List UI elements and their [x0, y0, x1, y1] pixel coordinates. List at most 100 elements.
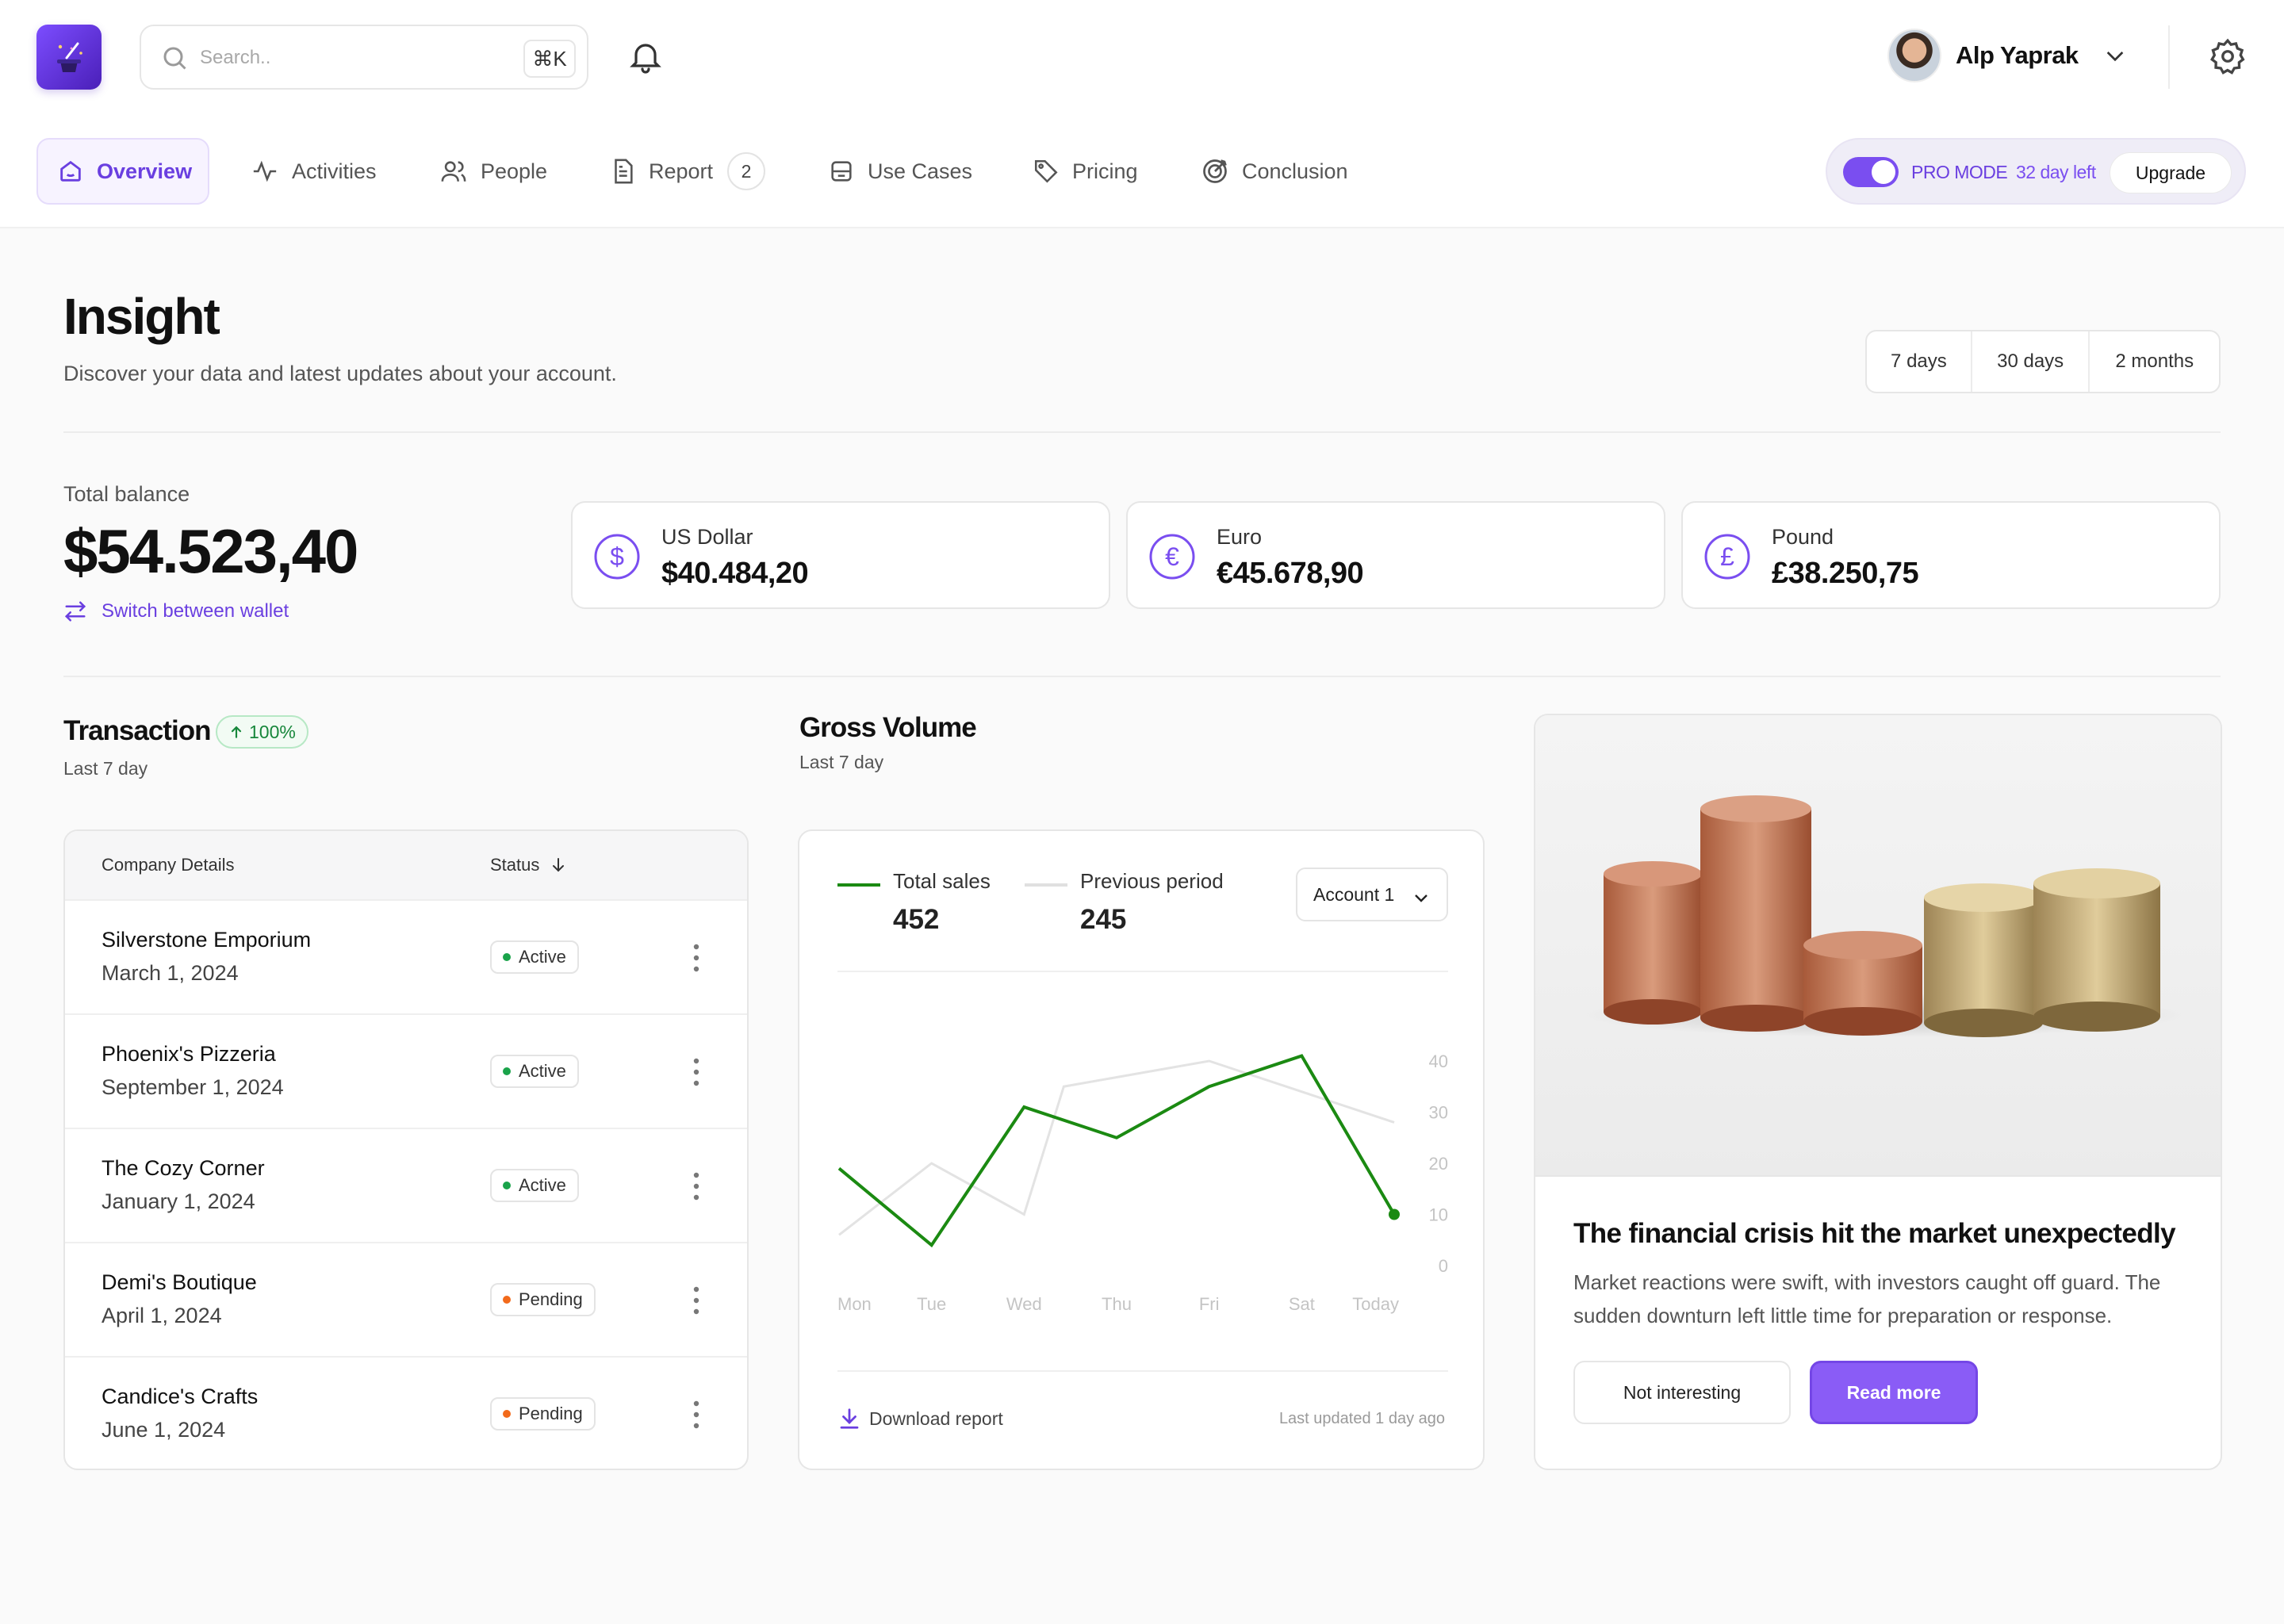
tab-label: Overview — [97, 159, 193, 183]
gross-volume-subtitle: Last 7 day — [799, 752, 884, 772]
x-tick-label: Tue — [917, 1294, 946, 1314]
company-name: Candice's Crafts — [102, 1385, 259, 1408]
coins-illustration — [1583, 795, 2186, 1037]
transaction-subtitle: Last 7 day — [63, 758, 148, 779]
pound-icon: £ — [1704, 534, 1750, 580]
bell-icon[interactable] — [627, 36, 665, 76]
divider — [63, 431, 2221, 433]
growth-value: 100% — [249, 721, 296, 742]
tab-report[interactable]: Report 2 — [609, 138, 766, 205]
y-tick-label: 0 — [1439, 1256, 1448, 1276]
news-card: The financial crisis hit the market unex… — [1534, 714, 2222, 1470]
transaction-table: Company Details Status Silverstone Empor… — [63, 829, 749, 1470]
company-name: Silverstone Emporium — [102, 928, 312, 952]
gross-volume-title: Gross Volume — [799, 712, 977, 743]
download-report-button[interactable]: Download report — [837, 1407, 1003, 1431]
gross-volume-card: Total sales 452 Previous period 245 Acco… — [798, 829, 1485, 1470]
tab-label: Report — [649, 159, 714, 183]
table-row[interactable]: Silverstone Emporium March 1, 2024 Active — [65, 901, 747, 1015]
tab-use-cases[interactable]: Use Cases — [828, 138, 972, 205]
currency-name: Euro — [1217, 525, 1263, 549]
tag-icon — [1034, 159, 1058, 183]
database-icon — [831, 161, 852, 182]
report-count-badge: 2 — [727, 152, 766, 190]
table-row[interactable]: The Cozy Corner January 1, 2024 Active — [65, 1129, 747, 1243]
currency-card-eur[interactable]: € Euro €45.678,90 — [1126, 501, 1665, 609]
status-badge: Active — [490, 1169, 579, 1202]
status-badge: Active — [490, 1055, 579, 1088]
article-title: The financial crisis hit the market unex… — [1573, 1218, 2176, 1249]
download-icon — [840, 1408, 859, 1429]
more-options-icon[interactable] — [692, 942, 701, 974]
more-options-icon[interactable] — [692, 1285, 701, 1316]
tab-label: Use Cases — [868, 159, 973, 183]
transaction-title: Transaction — [63, 715, 211, 746]
tab-conclusion[interactable]: Conclusion — [1201, 138, 1348, 205]
search-icon — [163, 47, 186, 70]
more-options-icon[interactable] — [692, 1170, 701, 1202]
article-body: Market reactions were swift, with invest… — [1573, 1270, 2161, 1327]
company-date: April 1, 2024 — [102, 1304, 222, 1327]
x-tick-label: Today — [1352, 1294, 1399, 1314]
pro-mode-panel: PRO MODE 32 day left Upgrade — [1826, 138, 2246, 205]
status-label: Active — [519, 1061, 566, 1081]
divider — [63, 676, 2221, 677]
y-tick-label: 30 — [1429, 1103, 1448, 1123]
gear-icon[interactable] — [2208, 36, 2248, 76]
magic-hat-icon — [57, 42, 82, 72]
dollar-icon: $ — [594, 534, 640, 580]
search-input[interactable]: Search.. — [200, 47, 270, 69]
currency-symbol: $ — [610, 542, 624, 571]
tab-pricing[interactable]: Pricing — [1033, 138, 1138, 205]
swap-icon — [64, 601, 86, 622]
table-row[interactable]: Demi's Boutique April 1, 2024 Pending — [65, 1243, 747, 1358]
column-header-company[interactable]: Company Details — [102, 855, 235, 875]
pro-mode-toggle[interactable] — [1843, 157, 1899, 187]
date-range-selector: 7 days 30 days 2 months — [1865, 330, 2221, 393]
status-badge: Active — [490, 940, 579, 974]
euro-icon: € — [1149, 534, 1195, 580]
status-label: Pending — [519, 1404, 583, 1423]
currency-card-gbp[interactable]: £ Pound £38.250,75 — [1681, 501, 2221, 609]
x-tick-label: Wed — [1006, 1294, 1042, 1314]
user-name: Alp Yaprak — [1956, 41, 2079, 69]
status-label: Active — [519, 947, 566, 967]
currency-card-usd[interactable]: $ US Dollar $40.484,20 — [571, 501, 1110, 609]
range-30-days[interactable]: 30 days — [1972, 331, 2090, 392]
company-date: June 1, 2024 — [102, 1418, 226, 1442]
tab-activities[interactable]: Activities — [251, 138, 377, 205]
currency-value: £38.250,75 — [1772, 557, 1919, 590]
company-name: Demi's Boutique — [102, 1270, 257, 1294]
column-header-status[interactable]: Status — [490, 855, 568, 875]
tab-label: Conclusion — [1242, 159, 1348, 183]
tab-people[interactable]: People — [439, 138, 547, 205]
read-more-button[interactable]: Read more — [1810, 1361, 1978, 1424]
download-report-label: Download report — [869, 1408, 1003, 1429]
company-name: Phoenix's Pizzeria — [102, 1042, 276, 1066]
chevron-down-icon[interactable] — [2102, 43, 2128, 68]
search-box[interactable]: Search.. ⌘K — [140, 25, 588, 90]
balance-amount: $54.523,40 — [63, 516, 358, 586]
trial-days-left: 32 day left — [2016, 162, 2096, 182]
more-options-icon[interactable] — [692, 1056, 701, 1088]
arrow-up-icon — [231, 726, 242, 738]
status-dot — [503, 1296, 511, 1304]
upgrade-button[interactable]: Upgrade — [2110, 152, 2232, 193]
currency-symbol: € — [1165, 542, 1179, 571]
tab-overview[interactable]: Overview — [36, 138, 209, 205]
divider — [837, 1370, 1448, 1372]
not-interesting-button[interactable]: Not interesting — [1573, 1361, 1791, 1424]
range-2-months[interactable]: 2 months — [2090, 331, 2219, 392]
table-row[interactable]: Phoenix's Pizzeria September 1, 2024 Activ… — [65, 1015, 747, 1129]
app-logo[interactable] — [36, 25, 102, 90]
table-row[interactable]: Candice's Crafts June 1, 2024 Pending — [65, 1358, 747, 1469]
y-tick-label: 40 — [1429, 1051, 1448, 1071]
series-total-sales-line — [837, 1054, 1396, 1248]
balance-label: Total balance — [63, 482, 190, 506]
switch-wallet-link[interactable]: Switch between wallet — [63, 599, 289, 623]
pro-mode-label: PRO MODE — [1911, 162, 2008, 182]
more-options-icon[interactable] — [692, 1399, 701, 1431]
x-tick-label: Thu — [1102, 1294, 1132, 1314]
user-menu[interactable]: Alp Yaprak — [1887, 29, 2128, 82]
range-7-days[interactable]: 7 days — [1867, 331, 1972, 392]
